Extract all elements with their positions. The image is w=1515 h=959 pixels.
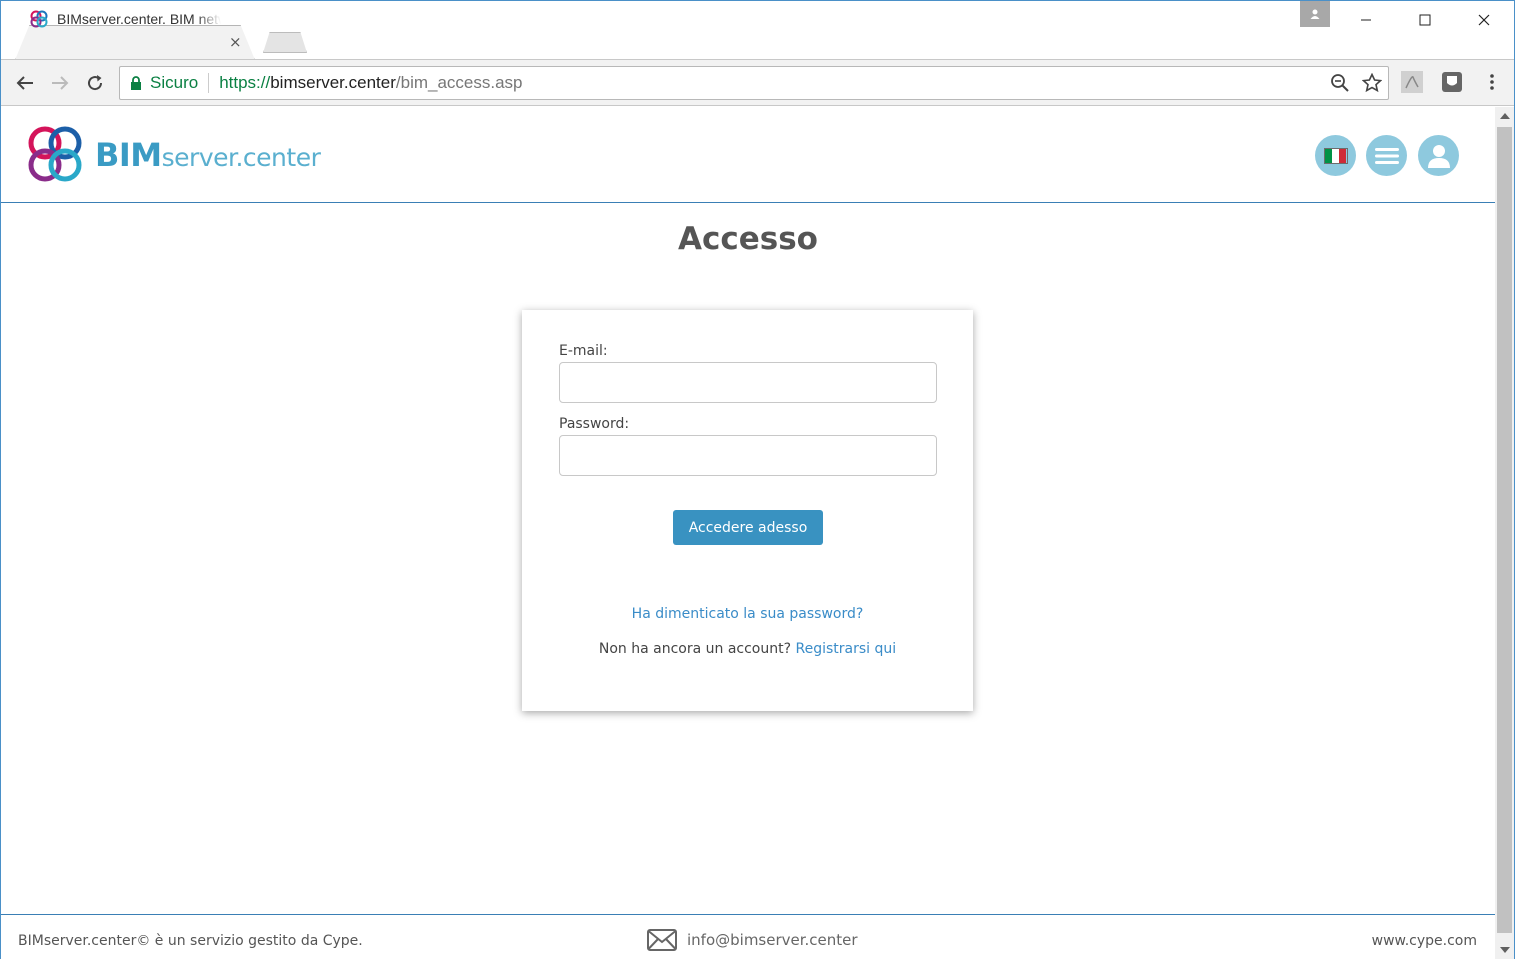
login-form: E-mail: Password: Accedere adesso Ha dim… — [522, 310, 973, 711]
user-account-button[interactable] — [1418, 135, 1459, 176]
vertical-scrollbar[interactable] — [1495, 107, 1514, 959]
login-submit-button[interactable]: Accedere adesso — [673, 510, 823, 545]
password-input[interactable] — [559, 435, 937, 476]
site-footer: BIMserver.center© è un servizio gestito … — [1, 914, 1495, 959]
browser-tab[interactable] — [15, 25, 255, 60]
no-account-text: Non ha ancora un account? — [598, 641, 796, 657]
logo-wordmark: BIMserver.center — [95, 136, 321, 174]
scroll-up-arrow-icon[interactable] — [1500, 113, 1510, 119]
page-title: Accesso — [678, 221, 818, 257]
pdf-extension-icon[interactable] — [1400, 70, 1424, 94]
footer-email-contact[interactable]: info@bimserver.center — [647, 929, 858, 951]
forward-arrow-icon[interactable] — [47, 70, 73, 96]
forgot-password-link[interactable]: Ha dimenticato la sua password? — [522, 606, 973, 622]
bimserver-logo-icon — [28, 126, 82, 182]
scrollbar-thumb[interactable] — [1497, 127, 1512, 933]
browser-toolbar: Sicuro https://bimserver.center/bim_acce… — [1, 59, 1514, 106]
shield-extension-icon[interactable] — [1440, 70, 1464, 94]
url-text[interactable]: https://bimserver.center/bim_access.asp — [219, 73, 522, 93]
back-arrow-icon[interactable] — [12, 70, 38, 96]
footer-copyright: BIMserver.center© è un servizio gestito … — [18, 933, 363, 949]
browser-menu-icon[interactable] — [1480, 70, 1504, 94]
lock-icon — [131, 76, 141, 90]
browser-titlebar: BIMserver.center. BIM network × — [1, 1, 1514, 60]
bimserver-favicon-icon — [30, 10, 48, 28]
omnibox-divider — [208, 73, 210, 93]
site-header: BIMserver.center — [1, 107, 1495, 203]
footer-email[interactable]: info@bimserver.center — [687, 931, 858, 949]
email-label: E-mail: — [559, 343, 608, 359]
reload-icon[interactable] — [82, 70, 108, 96]
window-maximize-button[interactable] — [1405, 7, 1445, 33]
hamburger-icon — [1374, 147, 1399, 164]
zoom-icon[interactable] — [1330, 73, 1350, 93]
profile-icon[interactable] — [1300, 1, 1330, 27]
scroll-down-arrow-icon[interactable] — [1500, 947, 1510, 953]
window-close-button[interactable] — [1464, 7, 1504, 33]
site-logo[interactable]: BIMserver.center — [23, 123, 321, 187]
password-label: Password: — [559, 416, 630, 432]
tab-close-icon[interactable]: × — [229, 33, 242, 51]
language-selector-button[interactable] — [1315, 135, 1356, 176]
new-tab-button[interactable] — [263, 32, 307, 53]
tab-title: BIMserver.center. BIM network — [57, 11, 221, 27]
register-prompt: Non ha ancora un account? Registrarsi qu… — [522, 641, 973, 657]
email-input[interactable] — [559, 362, 937, 403]
user-icon — [1427, 144, 1450, 168]
register-link[interactable]: Registrarsi qui — [795, 641, 896, 657]
site-menu-button[interactable] — [1366, 135, 1407, 176]
footer-website-link[interactable]: www.cype.com — [1372, 933, 1477, 949]
secure-label: Sicuro — [150, 73, 199, 92]
tab-content: BIMserver.center. BIM network — [29, 10, 229, 28]
address-bar[interactable]: Sicuro https://bimserver.center/bim_acce… — [119, 66, 1389, 100]
mail-icon — [647, 929, 677, 951]
web-page: BIMserver.center Accesso E-mail: Passwor… — [1, 107, 1495, 959]
bookmark-star-icon[interactable] — [1362, 73, 1382, 93]
italian-flag-icon — [1323, 147, 1348, 164]
window-minimize-button[interactable] — [1346, 7, 1386, 33]
